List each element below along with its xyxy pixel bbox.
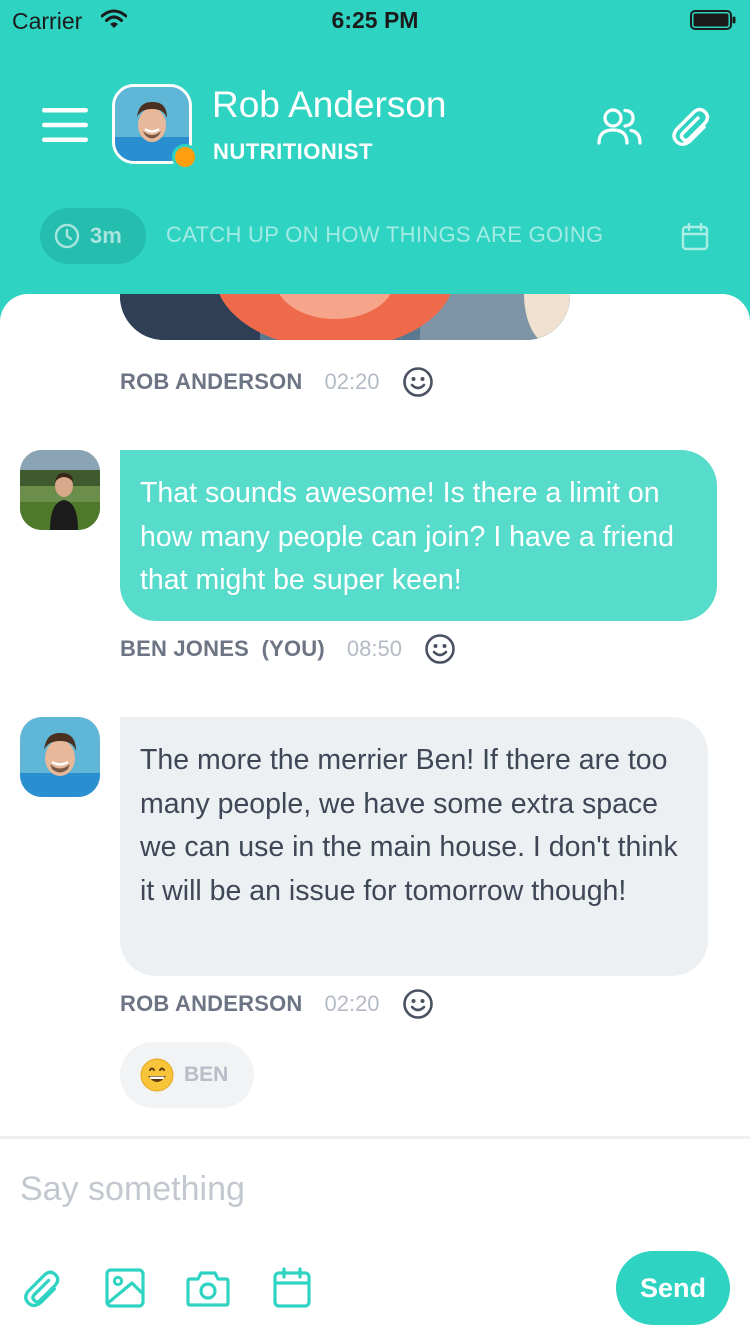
paperclip-icon[interactable] [668, 104, 712, 148]
contact-role: NUTRITIONIST [213, 139, 373, 164]
status-bar: Carrier 6:25 PM [0, 0, 750, 40]
calendar-icon[interactable] [681, 223, 709, 251]
people-icon[interactable] [596, 106, 642, 146]
online-status-dot [172, 144, 198, 170]
smiley-icon[interactable] [402, 366, 434, 398]
message-author: ROB ANDERSON [120, 369, 303, 394]
ben-photo [20, 450, 100, 530]
composer-bar: Send [0, 1136, 750, 1334]
shared-photo [120, 294, 570, 340]
message-author: BEN JONES (YOU) [120, 636, 325, 661]
image-icon[interactable] [104, 1267, 146, 1309]
message-meta: ROB ANDERSON 02:20 [120, 366, 434, 398]
message-author: ROB ANDERSON [120, 991, 303, 1016]
calendar-icon[interactable] [272, 1267, 312, 1309]
smiley-icon[interactable] [424, 633, 456, 665]
image-message[interactable] [120, 294, 570, 340]
message-meta: ROB ANDERSON 02:20 [120, 988, 434, 1020]
reaction-user: BEN [184, 1063, 229, 1086]
session-timer-value: 3m [90, 223, 122, 248]
message-time: 08:50 [346, 636, 402, 661]
chat-header: Carrier 6:25 PM Rob Anderson NUTRITIONIS… [0, 0, 750, 320]
battery-icon [690, 10, 736, 30]
menu-icon[interactable] [42, 106, 88, 144]
session-topic: CATCH UP ON HOW THINGS ARE GOING [166, 222, 604, 247]
contact-message-avatar[interactable] [20, 717, 100, 797]
camera-icon[interactable] [186, 1267, 230, 1309]
message-input[interactable] [20, 1167, 580, 1211]
my-message-bubble[interactable]: That sounds awesome! Is there a limit on… [120, 450, 717, 621]
contact-message-bubble[interactable]: The more the merrier Ben! If there are t… [120, 717, 708, 976]
smiley-icon[interactable] [402, 988, 434, 1020]
rob-photo [20, 717, 100, 797]
session-timer[interactable]: 3m [40, 208, 146, 264]
message-time: 02:20 [324, 369, 380, 394]
status-time: 6:25 PM [331, 7, 419, 33]
message-list[interactable]: ROB ANDERSON 02:20 That sounds awesome! … [0, 294, 750, 1136]
message-meta: BEN JONES (YOU) 08:50 [120, 633, 456, 665]
contact-name[interactable]: Rob Anderson [212, 84, 447, 126]
reaction-chip[interactable]: BEN [120, 1042, 254, 1108]
paperclip-icon[interactable] [20, 1267, 62, 1309]
clock-icon [54, 223, 80, 249]
grinning-face-icon [140, 1058, 174, 1092]
my-avatar[interactable] [20, 450, 100, 530]
send-button[interactable]: Send [616, 1251, 730, 1325]
message-time: 02:20 [324, 991, 380, 1016]
